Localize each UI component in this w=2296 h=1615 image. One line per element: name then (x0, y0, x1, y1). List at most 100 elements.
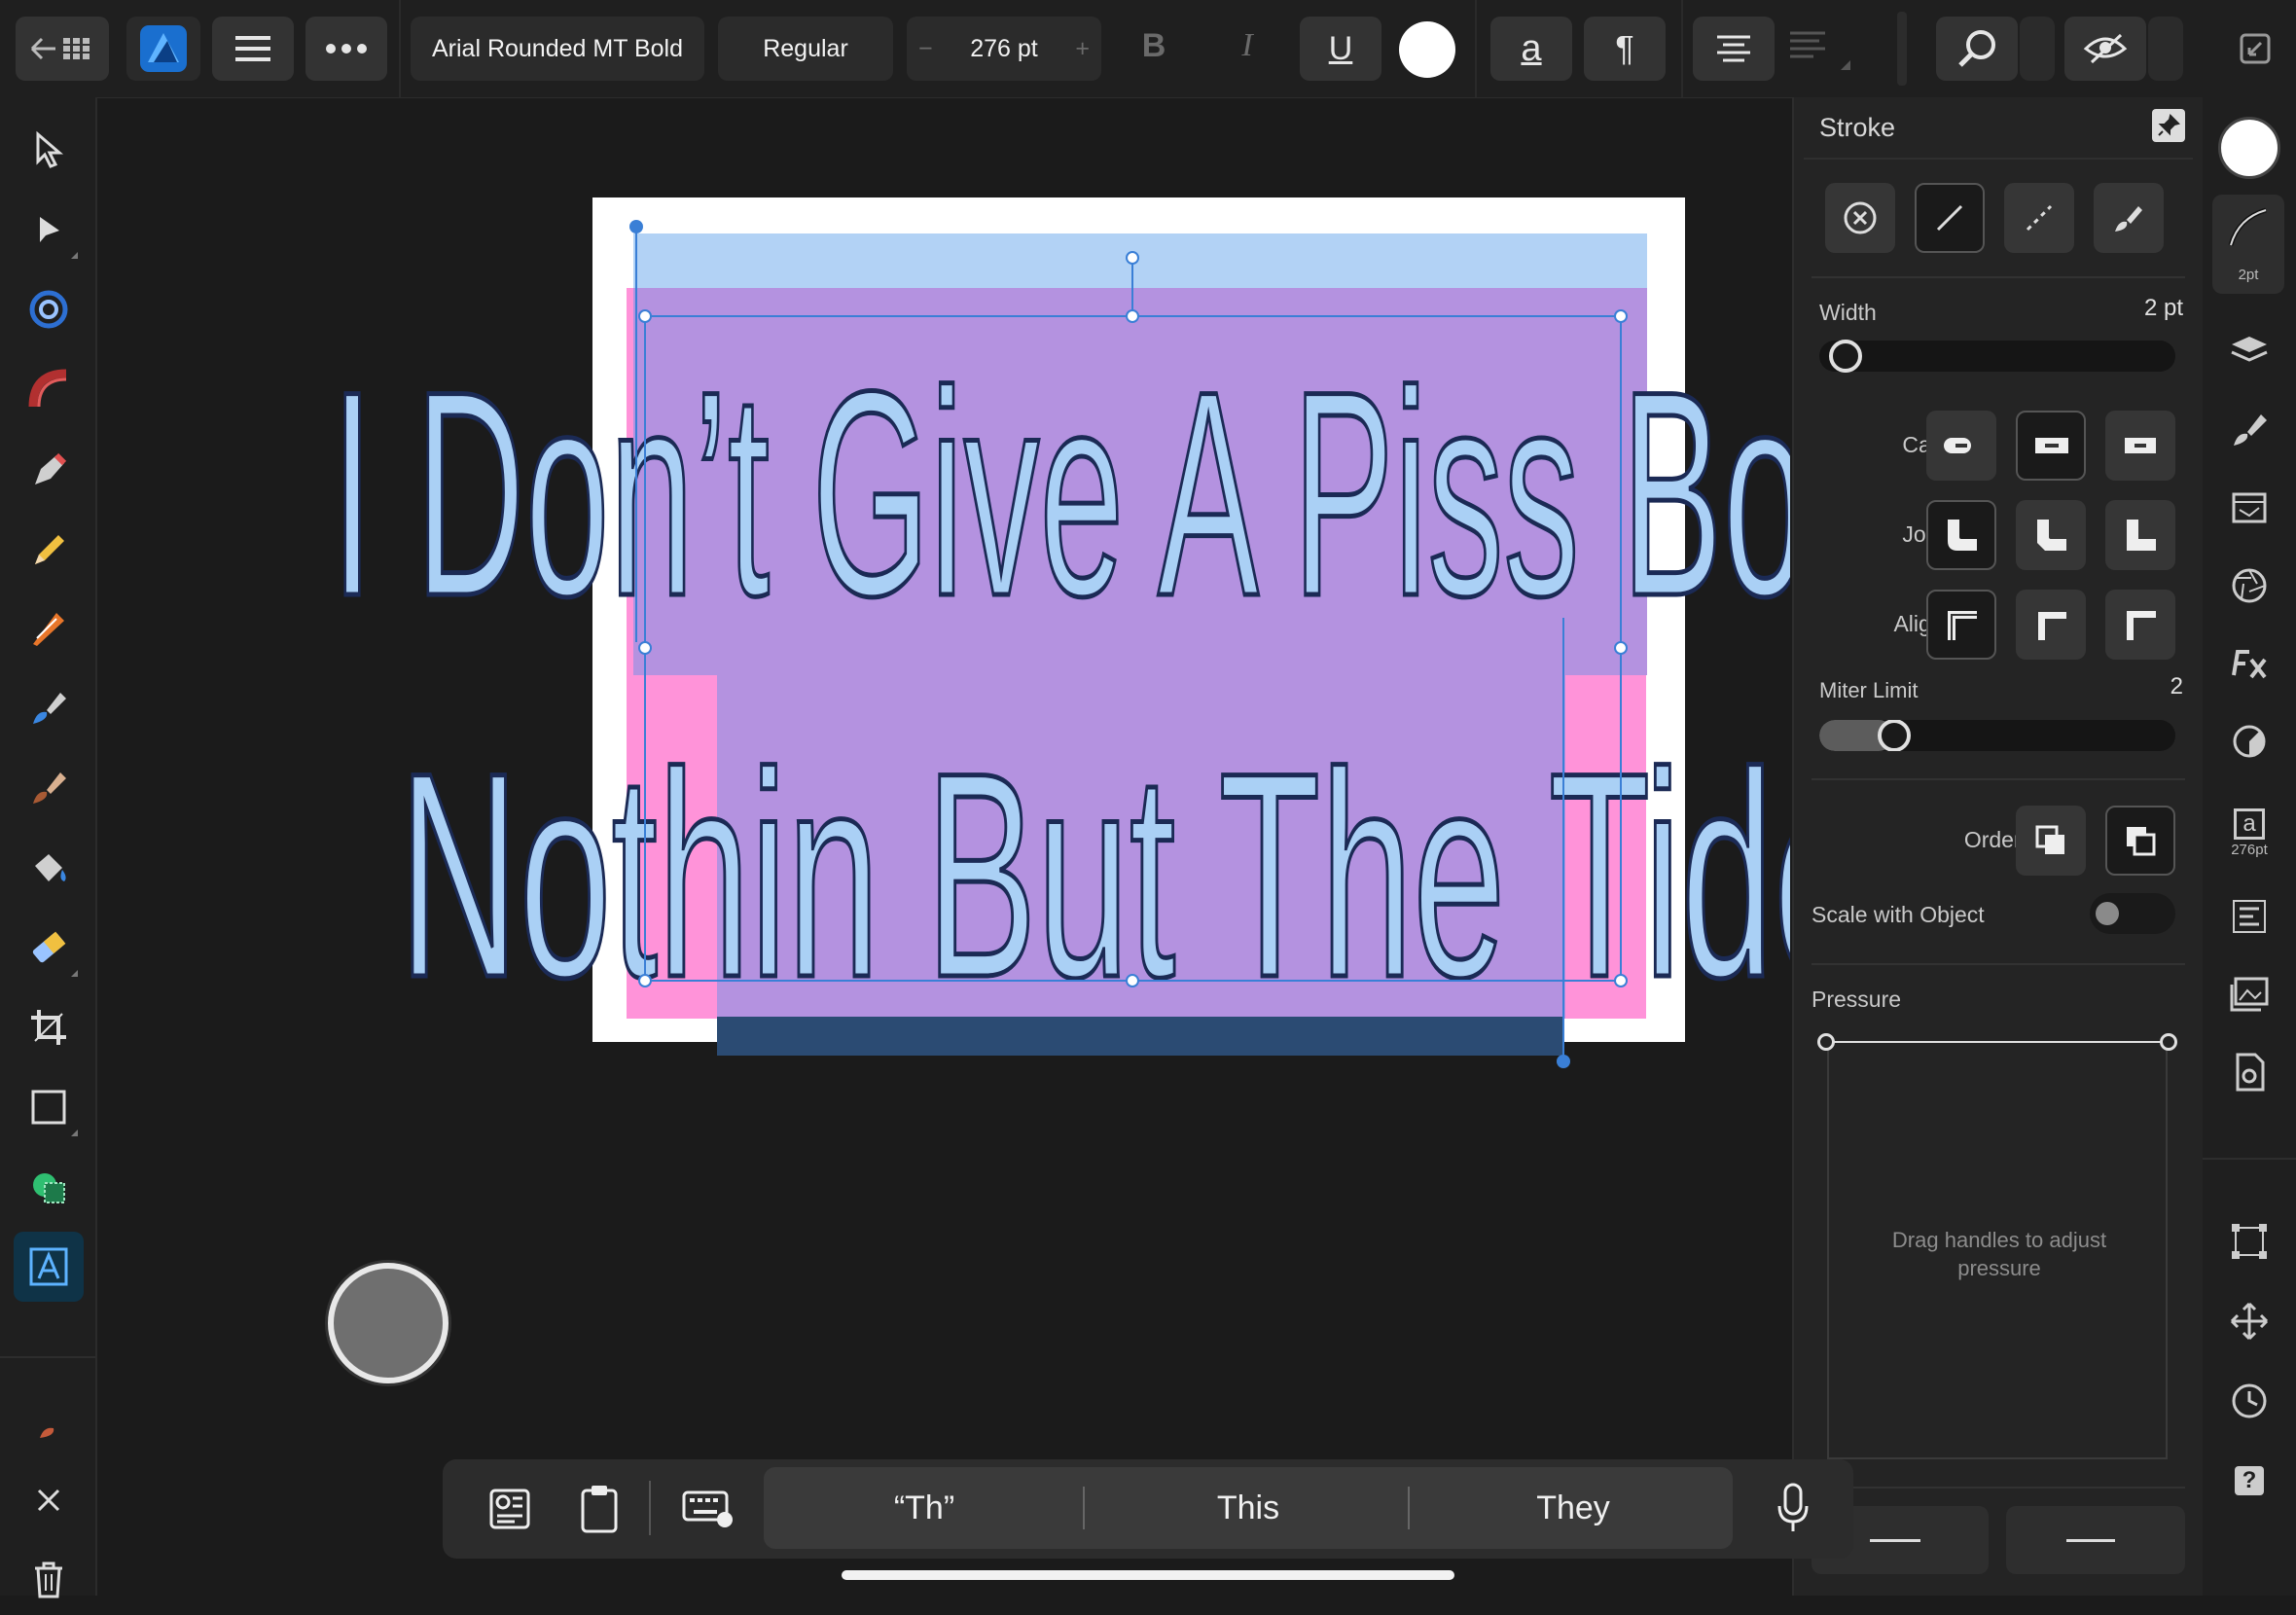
stroke-solid-button[interactable] (1915, 183, 1985, 253)
align-center-stroke-button[interactable] (1926, 590, 1996, 660)
pencil-tool[interactable] (14, 514, 84, 584)
navigator-studio-button[interactable] (2214, 1286, 2284, 1356)
stroke-width-caption: 2pt (2238, 267, 2259, 283)
none-circle-x-icon (1844, 201, 1877, 234)
font-style-selector[interactable]: Regular (718, 17, 893, 81)
transform-studio-button[interactable] (2214, 1206, 2284, 1276)
underline-button[interactable]: U (1300, 17, 1381, 81)
fill-brush-tool[interactable] (14, 673, 84, 743)
history-studio-button[interactable] (2214, 1366, 2284, 1436)
brushes-studio-button[interactable] (2214, 395, 2284, 465)
adjustments-studio-button[interactable] (2214, 706, 2284, 776)
text-frame-studio-button[interactable] (2214, 881, 2284, 951)
stroke-brush-button[interactable] (2094, 183, 2164, 253)
pressure-preset-right[interactable] (2006, 1506, 2185, 1574)
move-tool[interactable] (14, 115, 84, 185)
appearance-studio-button[interactable] (2214, 551, 2284, 621)
dictation-button[interactable] (1774, 1481, 1812, 1535)
stroke-dashed-button[interactable] (2004, 183, 2074, 253)
align-inside-stroke-button[interactable] (2016, 590, 2086, 660)
prediction-1[interactable]: “Th” (769, 1469, 1080, 1547)
stroke-behind-fill-button[interactable] (2016, 806, 2086, 876)
move-arrow-icon (36, 130, 64, 168)
pressure-graph[interactable]: Drag handles to adjust pressure (1817, 1033, 2177, 1459)
rectangle-tool[interactable] (14, 1072, 84, 1142)
fullscreen-button[interactable] (2226, 17, 2284, 81)
font-size-stepper: − 276 pt + (907, 17, 1101, 81)
designer-persona-button[interactable] (126, 17, 200, 81)
help-button[interactable]: ? (2214, 1446, 2284, 1516)
bold-button[interactable]: B (1127, 27, 1181, 70)
miter-limit-slider[interactable] (1819, 720, 2175, 751)
prediction-2[interactable]: This (1088, 1469, 1409, 1547)
miter-limit-thumb[interactable] (1877, 720, 1911, 751)
keyboard-icon (682, 1490, 733, 1527)
font-size-increase-button[interactable]: + (1075, 35, 1090, 63)
cap-round-button[interactable] (2016, 411, 2086, 481)
stroke-in-front-button[interactable] (2105, 806, 2175, 876)
stock-studio-button[interactable] (2214, 959, 2284, 1029)
affinity-designer-logo-icon (140, 25, 187, 72)
align-center-button[interactable] (1693, 17, 1775, 81)
width-slider-thumb[interactable] (1828, 340, 1862, 373)
character-panel-button[interactable]: a (1490, 17, 1572, 81)
more-options-button[interactable] (305, 17, 387, 81)
pressure-handle-end[interactable] (2160, 1033, 2177, 1051)
font-family-selector[interactable]: Arial Rounded MT Bold (411, 17, 704, 81)
pin-panel-button[interactable] (2152, 109, 2185, 142)
corner-tool[interactable] (14, 354, 84, 424)
zoom-button[interactable] (1936, 17, 2018, 81)
cap-butt-button[interactable] (1926, 411, 1996, 481)
keyboard-options-button[interactable] (680, 1487, 735, 1529)
scale-with-object-toggle[interactable] (2090, 893, 2175, 934)
join-bevel-button[interactable] (2105, 500, 2175, 570)
delete-button[interactable] (14, 1545, 84, 1615)
document-settings-button[interactable] (2214, 1037, 2284, 1107)
zoom-options-button[interactable] (2020, 17, 2055, 81)
node-tool[interactable] (14, 195, 84, 265)
shape-builder-tool[interactable] (14, 1152, 84, 1222)
pressure-curve (1825, 1041, 2170, 1043)
pen-tool[interactable] (14, 434, 84, 504)
layers-studio-button[interactable] (2214, 315, 2284, 385)
stroke-none-button[interactable] (1825, 183, 1895, 253)
paint-brush-tool[interactable] (14, 753, 84, 823)
assets-studio-button[interactable] (2214, 473, 2284, 543)
join-round-button[interactable] (2016, 500, 2086, 570)
transparency-tool[interactable] (14, 913, 84, 983)
font-size-decrease-button[interactable]: − (918, 35, 933, 63)
paste-button[interactable] (577, 1483, 622, 1535)
text-flow-button[interactable] (1786, 27, 1856, 74)
text-styles-studio-button[interactable]: a 276pt (2214, 798, 2284, 868)
fill-color-swatch[interactable] (2218, 117, 2280, 179)
miter-limit-value[interactable]: 2 (2125, 673, 2183, 700)
italic-button[interactable]: I (1220, 27, 1274, 70)
font-size-value[interactable]: 276 pt (970, 35, 1038, 63)
artistic-text-tool[interactable] (14, 1232, 84, 1302)
crop-tool[interactable] (14, 992, 84, 1062)
contour-tool[interactable] (14, 274, 84, 344)
prediction-3[interactable]: They (1413, 1469, 1734, 1547)
extra-tools-handle[interactable] (14, 1413, 84, 1448)
effects-studio-button[interactable] (2214, 628, 2284, 699)
view-options-button[interactable] (2148, 17, 2183, 81)
view-mode-button[interactable] (2064, 17, 2146, 81)
paragraph-panel-button[interactable]: ¶ (1584, 17, 1666, 81)
menu-button[interactable] (212, 17, 294, 81)
width-slider[interactable] (1819, 340, 2175, 373)
close-tool-button[interactable] (14, 1465, 84, 1535)
vector-brush-tool[interactable] (14, 593, 84, 664)
join-miter-button[interactable] (1926, 500, 1996, 570)
text-flow-icon (1790, 31, 1850, 70)
width-value[interactable]: 2 pt (2125, 295, 2183, 322)
cap-square-button[interactable] (2105, 411, 2175, 481)
stroke-studio-button[interactable]: 2pt (2212, 195, 2284, 294)
hand-tool-controller[interactable] (328, 1263, 448, 1383)
scan-text-button[interactable] (485, 1485, 534, 1533)
text-color-swatch[interactable] (1399, 21, 1455, 78)
align-outside-stroke-button[interactable] (2105, 590, 2175, 660)
text-line-1: I Don’t Give A Piss Bout (331, 331, 1790, 657)
back-to-home-button[interactable] (16, 17, 109, 81)
fill-tool[interactable] (14, 833, 84, 903)
pressure-handle-start[interactable] (1817, 1033, 1835, 1051)
